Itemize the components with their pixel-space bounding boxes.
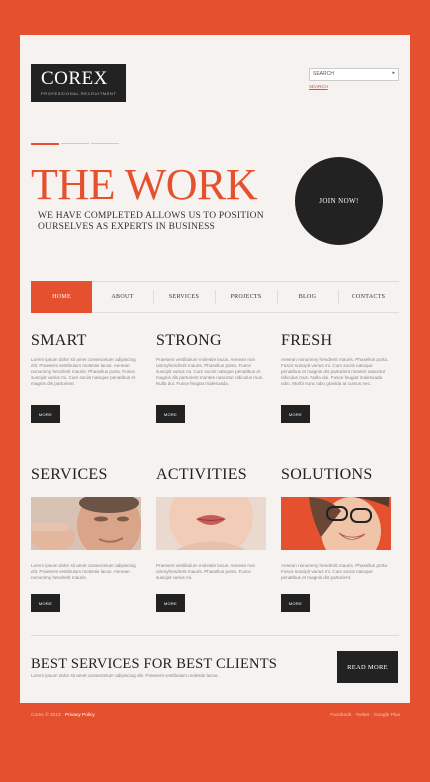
nav-item-blog[interactable]: BLOG xyxy=(277,281,338,313)
section-title-activities: ACTIVITIES xyxy=(156,466,247,483)
feature-text: Aenean nonummy hendrerit mauris. Phasell… xyxy=(281,357,389,387)
more-button[interactable]: MORE xyxy=(281,594,310,612)
more-button[interactable]: MORE xyxy=(281,405,310,423)
more-button[interactable]: MORE xyxy=(31,405,60,423)
feature-text: Lorem ipsum dolor sit amet consectetuer … xyxy=(31,357,136,387)
feature-title-strong: STRONG xyxy=(156,332,222,349)
search-link[interactable]: SEARCH xyxy=(309,84,328,89)
logo[interactable]: COREX PROFESSIONAL RECRUITMENT xyxy=(31,64,126,102)
page-card: COREX PROFESSIONAL RECRUITMENT SEARCH ▸ … xyxy=(20,35,410,703)
logo-tagline: PROFESSIONAL RECRUITMENT xyxy=(41,91,117,96)
slide-indicator-active[interactable] xyxy=(31,143,59,145)
more-button[interactable]: MORE xyxy=(156,405,185,423)
hero-subtitle: WE HAVE COMPLETED ALLOWS US TO POSITION … xyxy=(38,211,264,232)
section-text: Aenean nonummy hendrerit mauris. Phasell… xyxy=(281,563,389,581)
more-button[interactable]: MORE xyxy=(31,594,60,612)
nav-item-services[interactable]: SERVICES xyxy=(153,281,215,313)
section-text: Praesent vestibulum molestie lacus. Aene… xyxy=(156,563,256,581)
hero-title: THE WORK xyxy=(31,160,258,209)
nav-item-about[interactable]: ABOUT xyxy=(92,281,153,313)
nav-item-contacts[interactable]: CONTACTS xyxy=(338,281,399,313)
search-placeholder: SEARCH xyxy=(313,71,334,77)
logo-name: COREX xyxy=(41,68,108,89)
slide-indicator[interactable] xyxy=(61,143,89,144)
privacy-policy-link[interactable]: Privacy Policy xyxy=(65,713,95,718)
feature-title-fresh: FRESH xyxy=(281,332,333,349)
solutions-photo xyxy=(281,497,391,550)
section-title-solutions: SOLUTIONS xyxy=(281,466,373,483)
search-input[interactable]: SEARCH ▸ xyxy=(309,68,399,81)
read-more-button[interactable]: READ MORE xyxy=(337,651,398,683)
divider xyxy=(31,635,399,636)
footer-copyright: Corex © 2013 · Privacy Policy xyxy=(31,713,95,718)
nav-item-projects[interactable]: PROJECTS xyxy=(215,281,277,313)
section-title-services: SERVICES xyxy=(31,466,108,483)
activities-photo xyxy=(156,497,266,550)
feature-text: Praesent vestibulum molestie lacus. Aene… xyxy=(156,357,264,387)
copyright-text: Corex © 2013 · xyxy=(31,713,65,718)
nav-item-home[interactable]: HOME xyxy=(31,281,92,313)
more-button[interactable]: MORE xyxy=(156,594,185,612)
slide-indicator[interactable] xyxy=(91,143,119,144)
feature-title-smart: SMART xyxy=(31,332,87,349)
section-text: Lorem ipsum dolor sit amet consectetuer … xyxy=(31,563,136,581)
join-now-button[interactable]: JOIN NOW! xyxy=(295,157,383,245)
services-photo xyxy=(31,497,141,550)
dropdown-arrow-icon: ▸ xyxy=(392,70,395,76)
main-nav: HOME ABOUT SERVICES PROJECTS BLOG CONTAC… xyxy=(31,281,399,313)
bottom-title: BEST SERVICES FOR BEST CLIENTS xyxy=(31,656,278,672)
footer-social-links[interactable]: Facebook · Twitter · Google Plus xyxy=(330,713,400,718)
bottom-subtitle: Lorem ipsum dolor sit amet consectetuer … xyxy=(31,673,219,678)
